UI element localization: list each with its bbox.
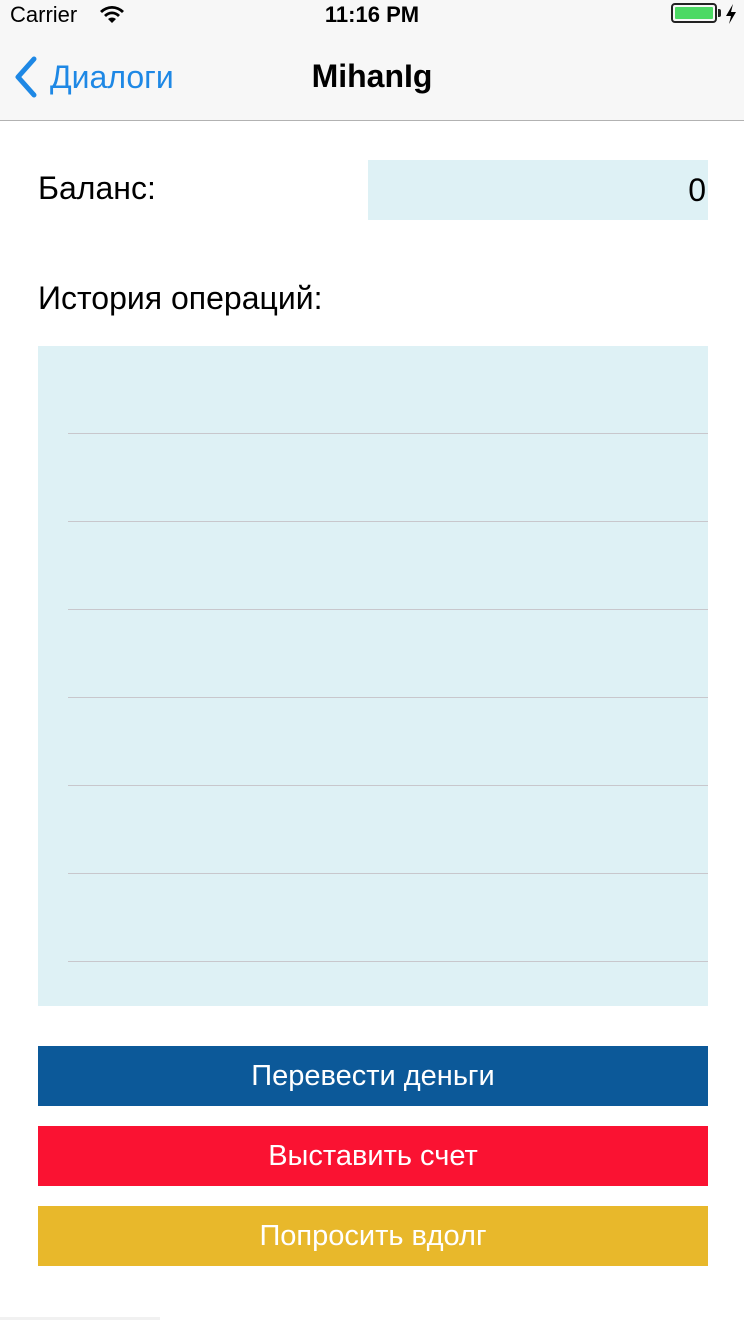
battery-icon <box>671 3 717 23</box>
charging-bolt-icon <box>726 4 736 24</box>
table-row-separator <box>68 697 708 698</box>
balance-value-field: 0 <box>368 160 708 220</box>
table-row-separator <box>68 873 708 874</box>
balance-label: Баланс: <box>38 170 156 206</box>
page-title: MihanIg <box>311 58 433 94</box>
navigation-bar: Диалоги MihanIg <box>0 40 744 121</box>
borrow-money-button[interactable]: Попросить вдолг <box>38 1206 708 1266</box>
clock: 11:16 PM <box>324 2 420 27</box>
history-label: История операций: <box>38 280 323 316</box>
table-row-separator <box>68 521 708 522</box>
status-bar: Carrier 11:16 PM <box>0 0 744 40</box>
battery-cap <box>718 9 721 17</box>
table-row-separator <box>68 785 708 786</box>
history-table[interactable] <box>38 346 708 1006</box>
table-row-separator <box>68 609 708 610</box>
table-row-separator <box>68 961 708 962</box>
issue-invoice-button[interactable]: Выставить счет <box>38 1126 708 1186</box>
table-row-separator <box>68 433 708 434</box>
battery-level <box>675 7 713 19</box>
transfer-money-button[interactable]: Перевести деньги <box>38 1046 708 1106</box>
